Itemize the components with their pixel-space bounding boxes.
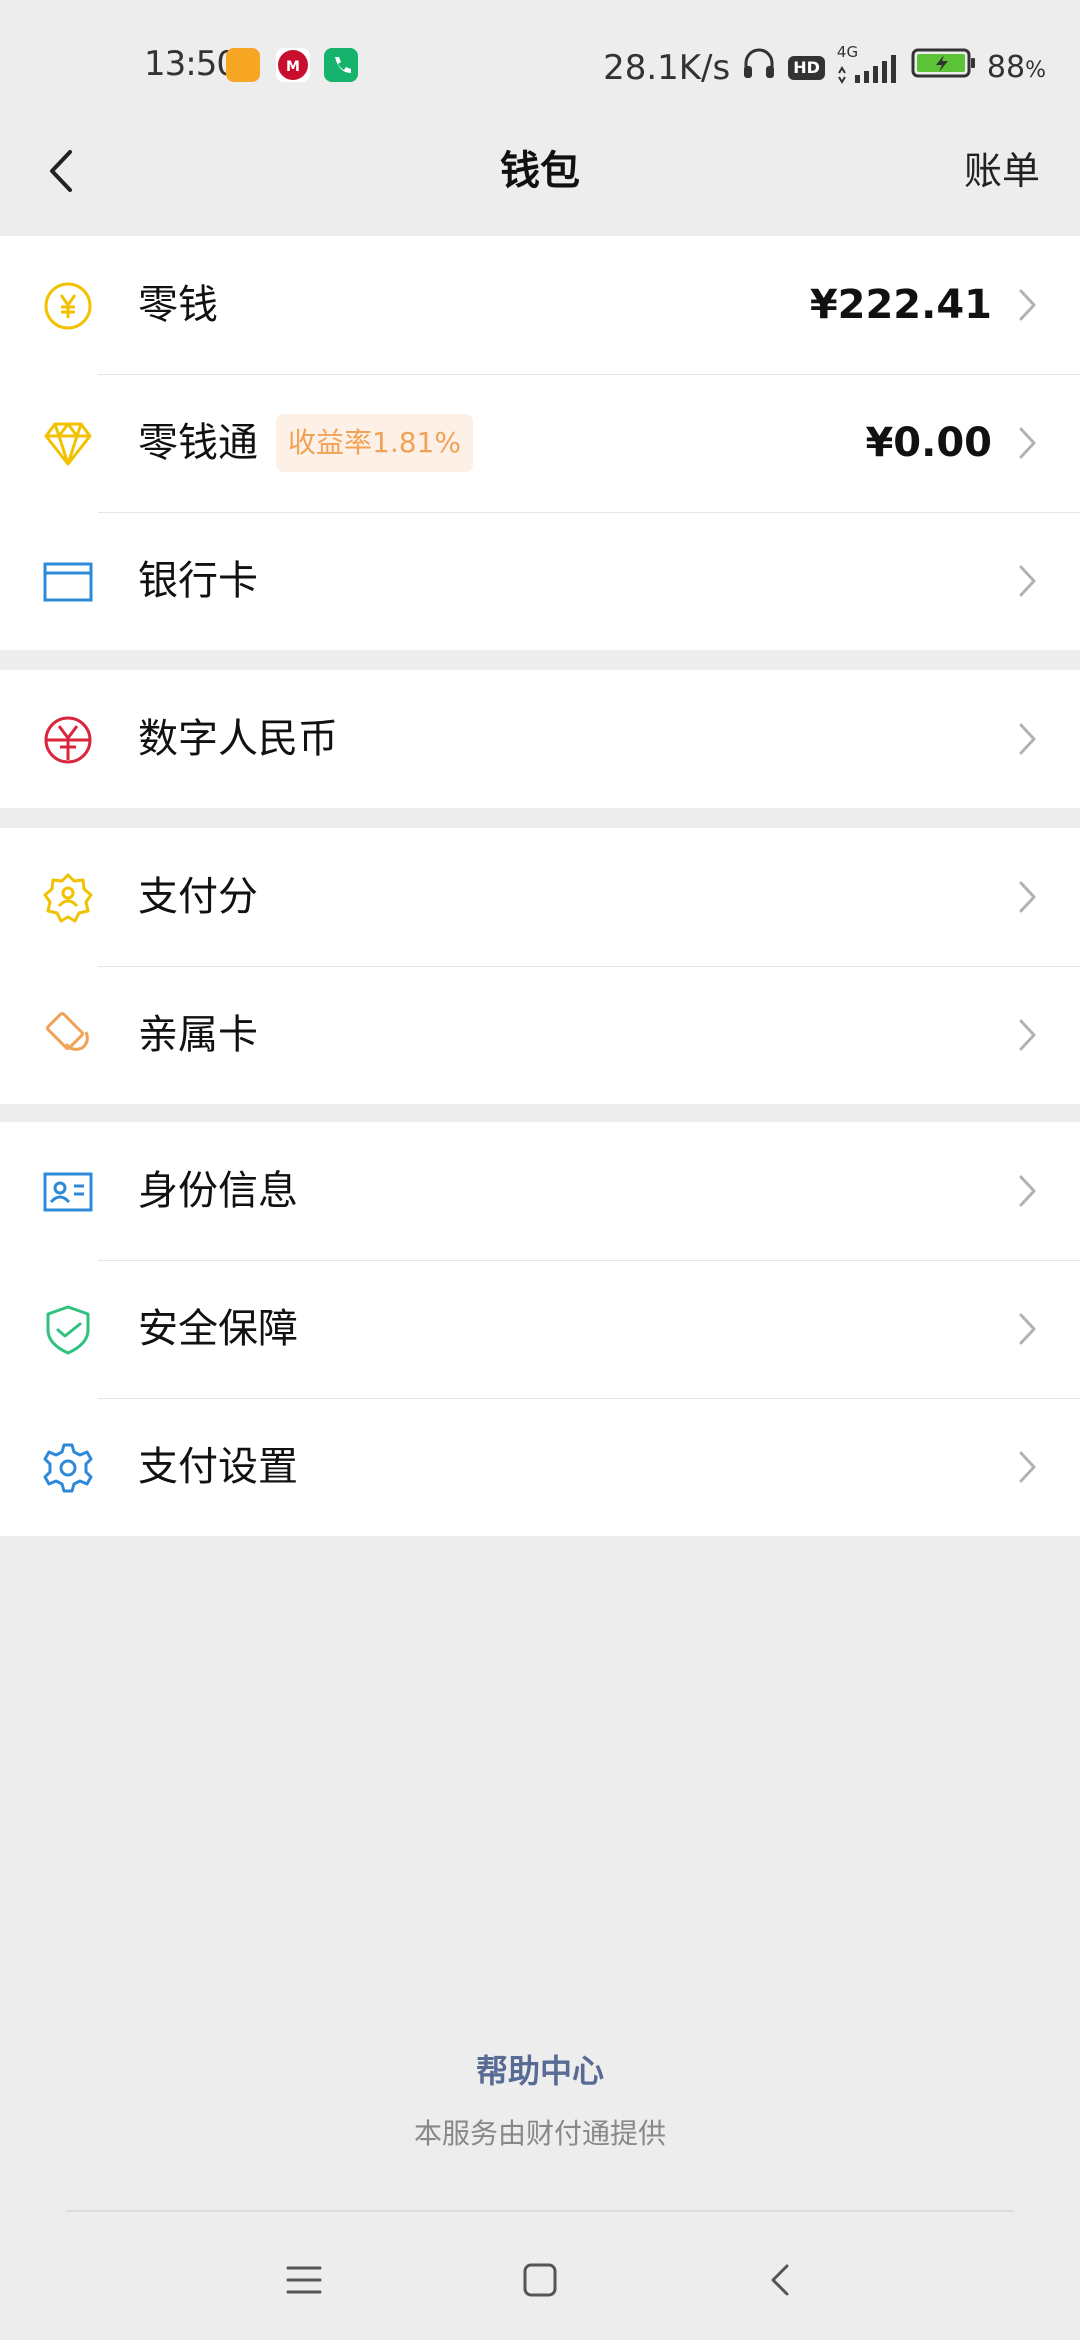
system-navigation-bar [0, 2220, 1080, 2330]
row-security[interactable]: 安全保障 [0, 1260, 1080, 1398]
row-label: 数字人民币 [138, 716, 338, 762]
yuan-coin-icon [42, 280, 94, 332]
phone-notification-icon [324, 48, 358, 82]
chevron-right-icon [1019, 1451, 1036, 1483]
chevron-right-icon [1019, 289, 1036, 321]
chevron-right-icon [1019, 427, 1036, 459]
row-label: 零钱通 [138, 420, 258, 466]
row-digital-rmb[interactable]: 数字人民币 [0, 670, 1080, 808]
help-center-link[interactable]: 帮助中心 [0, 2046, 1080, 2092]
chevron-right-icon [1019, 1175, 1036, 1207]
back-triangle-icon [771, 2264, 789, 2296]
wallet-group-digital: 数字人民币 [0, 670, 1080, 808]
wallet-group-settings: 身份信息 安全保障 支付设置 [0, 1122, 1080, 1536]
bill-button[interactable]: 账单 [964, 136, 1040, 206]
bottom-divider [66, 2210, 1014, 2212]
battery-percent: 88% [987, 50, 1046, 85]
battery-icon [911, 47, 977, 88]
family-card-icon [42, 1010, 94, 1062]
service-provider-text: 本服务由财付通提供 [413, 2117, 666, 2150]
battery-value: 88 [986, 50, 1026, 85]
row-identity[interactable]: 身份信息 [0, 1122, 1080, 1260]
lingqiantong-value: ¥0.00 [865, 420, 992, 466]
system-back-button[interactable] [750, 2250, 810, 2310]
page-title: 钱包 [500, 148, 580, 194]
status-time: 13:50 [144, 44, 238, 84]
chevron-right-icon [1019, 1313, 1036, 1345]
digital-rmb-icon [42, 714, 94, 766]
chevron-right-icon [1019, 565, 1036, 597]
chevron-right-icon [1019, 1019, 1036, 1051]
home-square-icon [523, 2263, 557, 2297]
row-change[interactable]: 零钱 ¥222.41 [0, 236, 1080, 374]
chevron-right-icon [1019, 723, 1036, 755]
chevron-right-icon [1019, 881, 1036, 913]
headphones-icon [740, 44, 778, 91]
row-lingqiantong[interactable]: 零钱通 收益率1.81% ¥0.00 [0, 374, 1080, 512]
wallet-group-balance: 零钱 ¥222.41 零钱通 收益率1.81% ¥0.00 银行卡 [0, 236, 1080, 650]
row-label: 支付分 [138, 874, 258, 920]
row-label: 零钱 [138, 282, 218, 328]
gear-icon [42, 1442, 94, 1494]
row-label: 安全保障 [138, 1306, 298, 1352]
pay-score-badge-icon [42, 872, 94, 924]
signal-icon: 4G [835, 43, 901, 87]
status-right: 28.1K/s HD 4G 88% [603, 43, 1046, 91]
row-bank-card[interactable]: 银行卡 [0, 512, 1080, 650]
diamond-icon [42, 418, 94, 470]
nav-bar: 钱包 账单 [0, 108, 1080, 236]
message-notification-icon [226, 48, 260, 82]
row-family-card[interactable]: 亲属卡 [0, 966, 1080, 1104]
home-button[interactable] [510, 2250, 570, 2310]
wallet-group-score: 支付分 亲属卡 [0, 828, 1080, 1104]
menu-icon [286, 2266, 322, 2294]
id-card-icon [42, 1166, 94, 1218]
yield-rate-badge: 收益率1.81% [276, 414, 473, 472]
bank-card-icon [42, 556, 94, 608]
row-pay-score[interactable]: 支付分 [0, 828, 1080, 966]
row-label: 亲属卡 [138, 1012, 258, 1058]
menu-button[interactable] [274, 2250, 334, 2310]
row-label: 支付设置 [138, 1444, 298, 1490]
row-label: 身份信息 [138, 1168, 298, 1214]
balance-value: ¥222.41 [809, 282, 992, 328]
row-pay-settings[interactable]: 支付设置 [0, 1398, 1080, 1536]
shield-check-icon [42, 1304, 94, 1356]
bank-notification-icon: M [276, 48, 310, 82]
svg-text:M: M [286, 59, 300, 75]
battery-unit: % [1025, 58, 1046, 83]
row-label: 银行卡 [138, 558, 258, 604]
hd-badge: HD [788, 55, 825, 80]
net-speed: 28.1K/s [603, 47, 731, 88]
